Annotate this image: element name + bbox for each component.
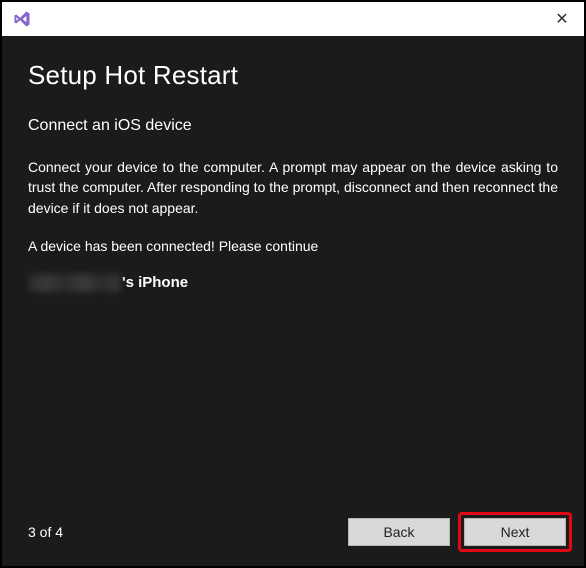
close-icon: ✕ (555, 9, 568, 29)
device-suffix: 's iPhone (122, 274, 188, 291)
wizard-dialog: ✕ Setup Hot Restart Connect an iOS devic… (0, 0, 586, 568)
wizard-footer: 3 of 4 Back Next (28, 512, 572, 552)
page-subtitle: Connect an iOS device (28, 117, 558, 135)
page-title: Setup Hot Restart (28, 60, 558, 91)
next-button-highlight: Next (458, 512, 572, 552)
page-indicator: 3 of 4 (28, 524, 63, 540)
back-button[interactable]: Back (348, 518, 450, 546)
wizard-body: Setup Hot Restart Connect an iOS device … (2, 36, 584, 566)
next-button[interactable]: Next (464, 518, 566, 546)
device-owner-redacted (28, 274, 120, 292)
wizard-buttons: Back Next (348, 512, 572, 552)
visual-studio-logo-icon (12, 9, 32, 29)
connected-device: 's iPhone (28, 274, 558, 292)
instruction-text: Connect your device to the computer. A p… (28, 157, 558, 218)
titlebar: ✕ (2, 2, 584, 36)
status-text: A device has been connected! Please cont… (28, 238, 558, 254)
close-button[interactable]: ✕ (550, 7, 574, 31)
